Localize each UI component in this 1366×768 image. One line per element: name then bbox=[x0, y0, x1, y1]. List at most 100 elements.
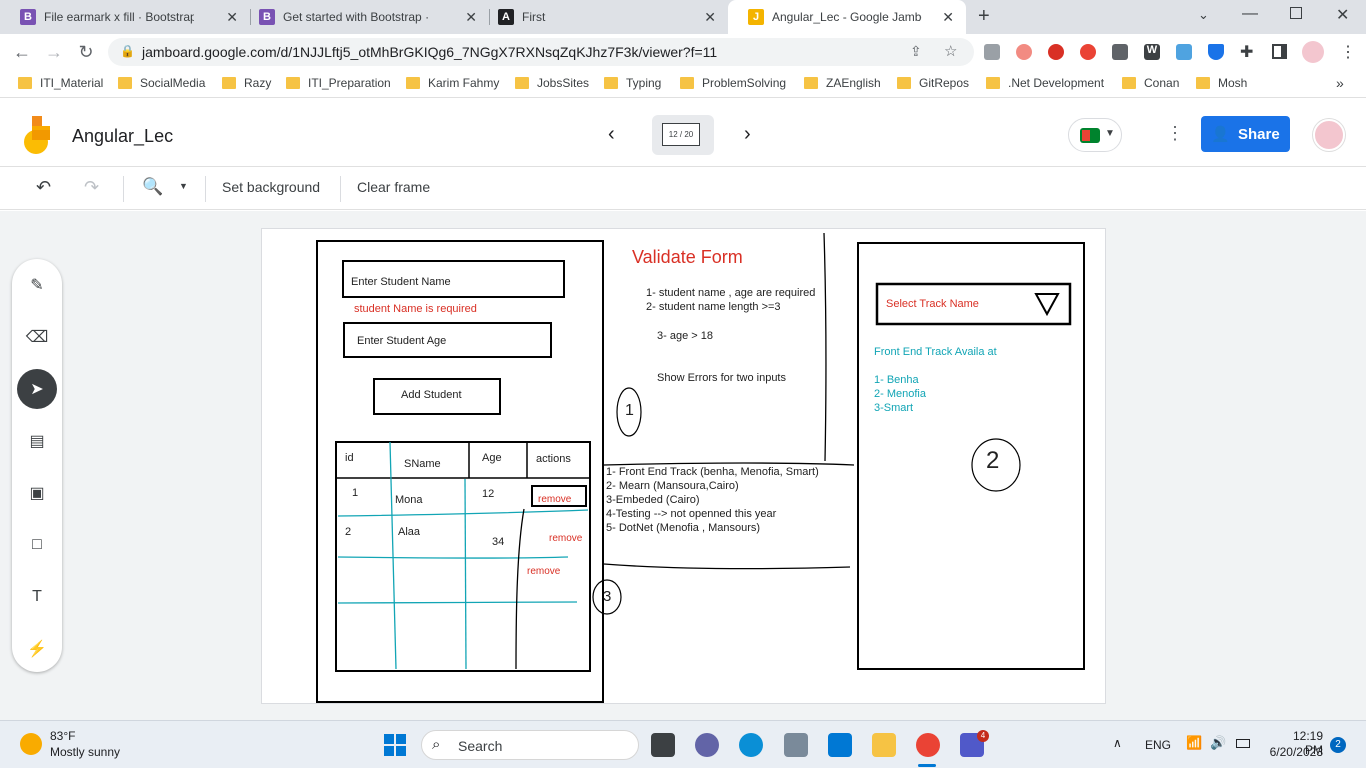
battery-icon[interactable] bbox=[1236, 739, 1250, 748]
language-indicator[interactable]: ENG bbox=[1145, 738, 1171, 752]
ext-red-icon[interactable] bbox=[1048, 44, 1064, 60]
eraser-icon[interactable]: ⌫ bbox=[17, 317, 57, 357]
share-page-icon[interactable]: ⇪ bbox=[910, 43, 922, 60]
bookmark-folder[interactable]: SocialMedia bbox=[118, 76, 205, 90]
vscode-icon[interactable] bbox=[828, 733, 852, 757]
reload-icon[interactable]: ↻ bbox=[74, 40, 98, 64]
folder-icon bbox=[222, 77, 236, 89]
bookmark-folder[interactable]: Razy bbox=[222, 76, 271, 90]
meet-button[interactable]: ▼ bbox=[1068, 118, 1122, 152]
back-icon[interactable]: ← bbox=[10, 40, 34, 64]
prev-frame-icon[interactable]: ‹ bbox=[608, 123, 615, 146]
block-ext-icon[interactable] bbox=[1080, 44, 1096, 60]
close-icon[interactable]: ✕ bbox=[942, 9, 954, 26]
zoom-icon[interactable]: 🔍 bbox=[142, 177, 163, 197]
table-header-age: Age bbox=[482, 452, 502, 464]
weather-temp[interactable]: 83°F bbox=[50, 729, 75, 743]
clock-date[interactable]: 6/20/2023 bbox=[1267, 745, 1323, 759]
clear-frame-button[interactable]: Clear frame bbox=[357, 179, 430, 195]
student-name-input: Enter Student Name bbox=[351, 276, 451, 288]
chevron-up-icon[interactable]: ∧ bbox=[1113, 736, 1122, 750]
calculator-icon[interactable] bbox=[784, 733, 808, 757]
set-background-button[interactable]: Set background bbox=[222, 179, 320, 195]
media-ext-icon[interactable] bbox=[1016, 44, 1032, 60]
share-label: Share bbox=[1237, 125, 1280, 143]
bookmark-folder[interactable]: ProblemSolving bbox=[680, 76, 786, 90]
sticky-note-icon[interactable]: ▤ bbox=[17, 421, 57, 461]
meet-now-icon[interactable] bbox=[695, 733, 719, 757]
zoom-dropdown-icon[interactable]: ▼ bbox=[179, 181, 188, 191]
tab-title: First bbox=[522, 10, 546, 24]
bookmark-folder[interactable]: GitRepos bbox=[897, 76, 969, 90]
image-icon[interactable]: ▣ bbox=[17, 473, 57, 513]
bookmark-folder[interactable]: Mosh bbox=[1196, 76, 1247, 90]
tab-first[interactable]: A First ✕ bbox=[478, 0, 728, 34]
tab-bootstrap-icon[interactable]: B File earmark x fill · Bootstrap Icon ✕ bbox=[0, 0, 250, 34]
windows-start-icon[interactable] bbox=[384, 734, 406, 756]
chrome-icon[interactable] bbox=[916, 733, 940, 757]
bookmark-folder[interactable]: ITI_Material bbox=[18, 76, 103, 90]
search-label: Search bbox=[458, 738, 503, 754]
bookmark-folder[interactable]: Karim Fahmy bbox=[406, 76, 499, 90]
shape-icon[interactable]: □ bbox=[17, 525, 57, 565]
profile-avatar[interactable] bbox=[1302, 41, 1324, 63]
more-options-icon[interactable]: ⋮ bbox=[1166, 123, 1184, 144]
sidepanel-icon[interactable] bbox=[1272, 44, 1287, 59]
puzzle-icon[interactable]: ✚ bbox=[1240, 42, 1253, 62]
frame-bar-button[interactable]: 12 / 20 bbox=[652, 115, 714, 155]
student-age-input: Enter Student Age bbox=[357, 335, 447, 347]
share-button[interactable]: 👤 Share bbox=[1201, 116, 1290, 152]
wifi-icon[interactable]: 📶 bbox=[1186, 735, 1202, 751]
account-avatar[interactable] bbox=[1313, 119, 1345, 151]
chevron-down-icon[interactable]: ⌄ bbox=[1198, 7, 1209, 23]
kebab-menu-icon[interactable]: ⋮ bbox=[1340, 42, 1356, 62]
volume-icon[interactable]: 🔊 bbox=[1210, 735, 1226, 751]
file-explorer-icon[interactable] bbox=[872, 733, 896, 757]
text-box-icon[interactable]: T bbox=[17, 577, 57, 617]
task-view-icon[interactable] bbox=[651, 733, 675, 757]
bookmark-star-icon[interactable]: ☆ bbox=[944, 42, 957, 60]
document-title[interactable]: Angular_Lec bbox=[72, 126, 173, 147]
divider bbox=[340, 176, 341, 202]
bookmark-folder[interactable]: JobsSites bbox=[515, 76, 589, 90]
bookmarks-bar: ITI_Material SocialMedia Razy ITI_Prepar… bbox=[0, 70, 1366, 98]
bookmark-folder[interactable]: ITI_Preparation bbox=[286, 76, 391, 90]
weather-desc[interactable]: Mostly sunny bbox=[50, 745, 120, 759]
table-cell-id: 1 bbox=[352, 487, 359, 499]
notification-badge[interactable]: 2 bbox=[1330, 737, 1346, 753]
tab-jamboard[interactable]: J Angular_Lec - Google Jamboard ✕ bbox=[728, 0, 966, 34]
undo-icon[interactable]: ↶ bbox=[36, 177, 51, 198]
bookmark-folder[interactable]: Conan bbox=[1122, 76, 1179, 90]
new-tab-icon[interactable]: + bbox=[978, 5, 990, 28]
bookmark-folder[interactable]: Typing bbox=[604, 76, 661, 90]
next-frame-icon[interactable]: › bbox=[744, 123, 751, 146]
pen-icon[interactable]: ✎ bbox=[17, 265, 57, 305]
weather-sun-icon[interactable] bbox=[20, 733, 42, 755]
redo-icon[interactable]: ↷ bbox=[84, 177, 99, 198]
ext-gray-icon[interactable] bbox=[1112, 44, 1128, 60]
tab-bootstrap-start[interactable]: B Get started with Bootstrap · Boot ✕ bbox=[239, 0, 489, 34]
ext-blue-icon[interactable] bbox=[1176, 44, 1192, 60]
shield-ext-icon[interactable] bbox=[1208, 44, 1224, 60]
address-bar[interactable]: 🔒 jamboard.google.com/d/1NJJLftj5_otMhBr… bbox=[108, 38, 974, 66]
minimize-icon[interactable]: — bbox=[1242, 5, 1258, 23]
jamboard-frame[interactable]: Enter Student Name student Name is requi… bbox=[261, 228, 1106, 704]
divider bbox=[123, 176, 124, 202]
lock-icon: 🔒 bbox=[120, 44, 135, 58]
taskbar-search[interactable]: ⌕ Search bbox=[421, 730, 639, 760]
bookmark-folder[interactable]: .Net Development bbox=[986, 76, 1104, 90]
restore-icon[interactable] bbox=[1290, 7, 1302, 19]
laser-icon[interactable]: ⚡ bbox=[17, 629, 57, 669]
edge-icon[interactable] bbox=[739, 733, 763, 757]
more-bookmarks-icon[interactable]: » bbox=[1336, 75, 1344, 91]
search-icon: ⌕ bbox=[432, 736, 441, 753]
close-icon[interactable]: ✕ bbox=[465, 9, 477, 26]
bookmark-folder[interactable]: ZAEnglish bbox=[804, 76, 881, 90]
forward-icon[interactable]: → bbox=[42, 40, 66, 64]
close-icon[interactable]: ✕ bbox=[226, 9, 238, 26]
close-window-icon[interactable]: ✕ bbox=[1336, 5, 1349, 25]
close-icon[interactable]: ✕ bbox=[704, 9, 716, 26]
w-ext-icon[interactable]: W bbox=[1144, 44, 1160, 60]
camera-ext-icon[interactable] bbox=[984, 44, 1000, 60]
select-cursor-icon[interactable]: ➤ bbox=[17, 369, 57, 409]
